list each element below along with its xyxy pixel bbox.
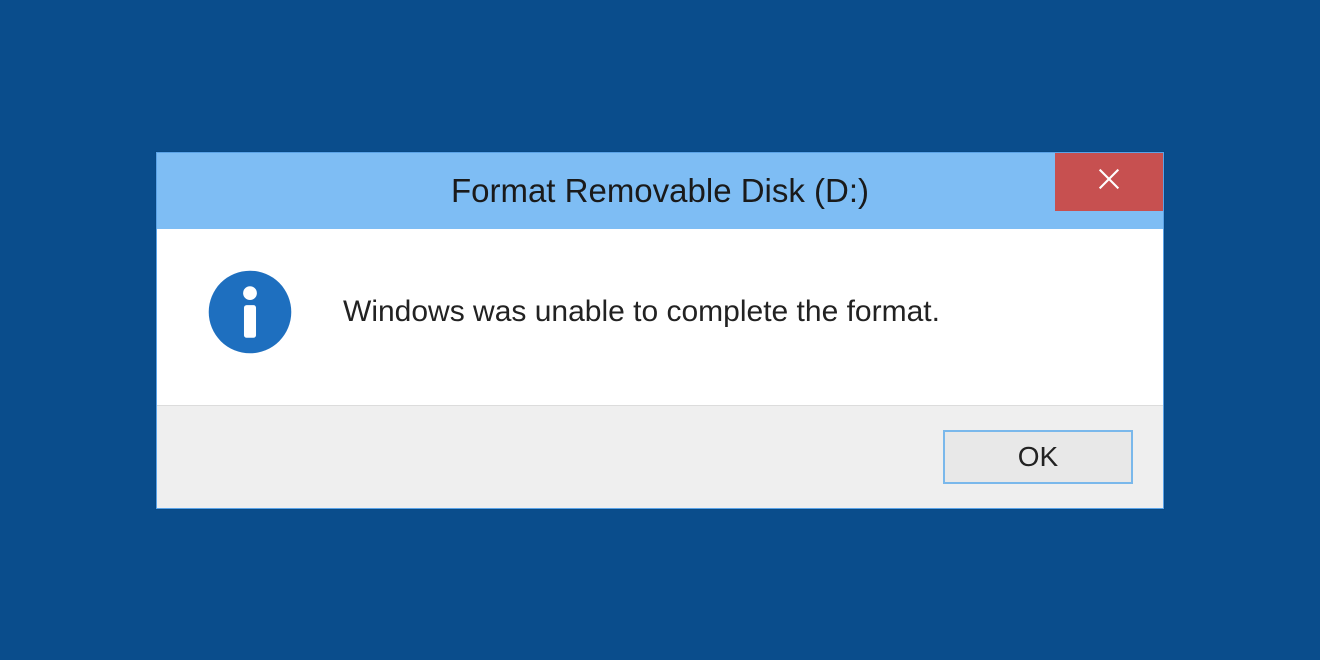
ok-button[interactable]: OK xyxy=(943,430,1133,484)
close-icon xyxy=(1095,165,1123,198)
format-error-dialog: Format Removable Disk (D:) Windows was u… xyxy=(156,152,1164,509)
dialog-titlebar[interactable]: Format Removable Disk (D:) xyxy=(157,153,1163,229)
info-icon xyxy=(207,269,293,355)
dialog-message: Windows was unable to complete the forma… xyxy=(343,295,940,329)
dialog-content: Windows was unable to complete the forma… xyxy=(157,229,1163,405)
dialog-title: Format Removable Disk (D:) xyxy=(451,172,869,210)
dialog-footer: OK xyxy=(157,405,1163,508)
close-button[interactable] xyxy=(1055,153,1163,211)
